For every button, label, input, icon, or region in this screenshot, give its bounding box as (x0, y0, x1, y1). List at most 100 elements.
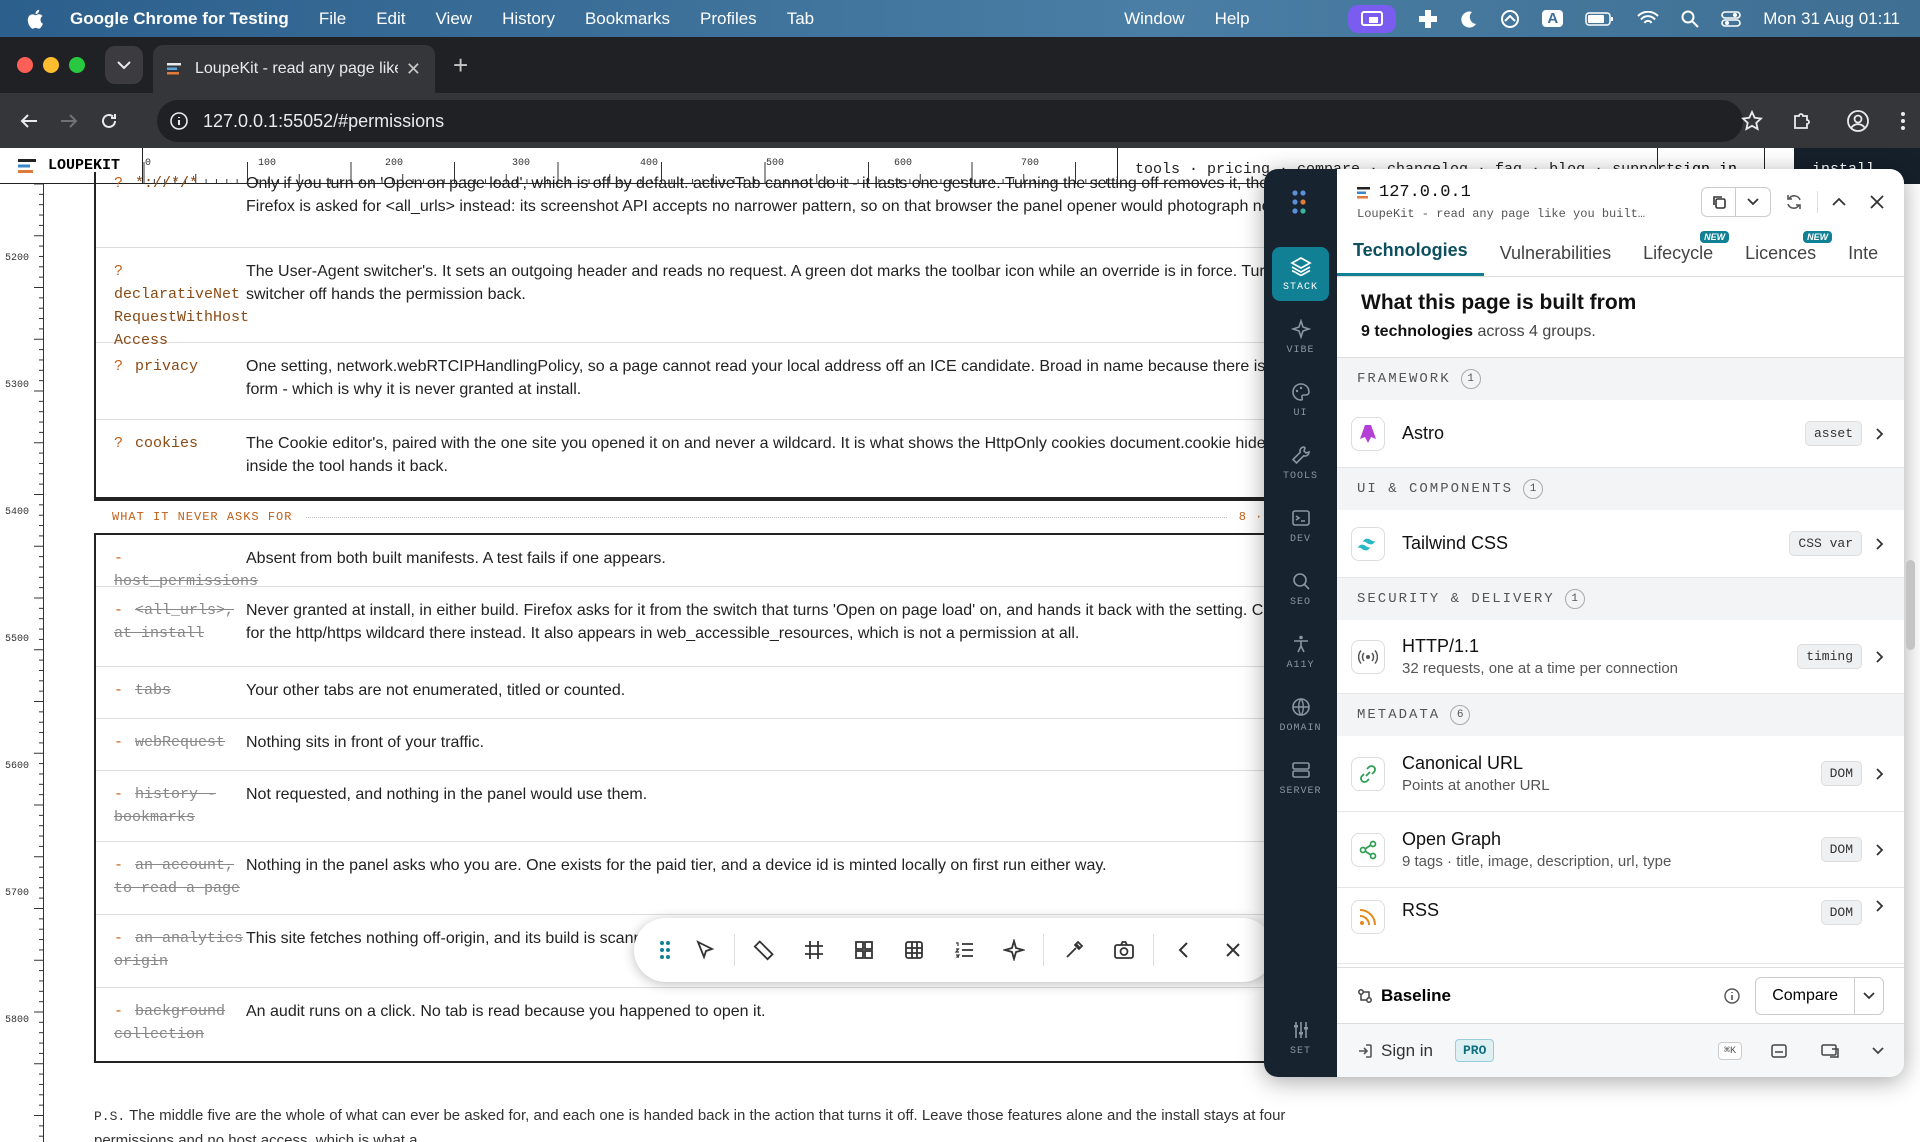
menu-profiles[interactable]: Profiles (700, 9, 757, 29)
camera-icon[interactable] (1099, 930, 1149, 970)
tab-lifecycle[interactable]: Lifecycle NEW (1627, 231, 1730, 276)
refresh-icon[interactable] (1785, 193, 1803, 211)
chevron-right-icon (1876, 427, 1884, 440)
rail-tools[interactable]: TOOLS (1272, 436, 1329, 490)
tab-integrations[interactable]: Inte (1832, 243, 1894, 276)
ruler-label: 100 (258, 158, 277, 169)
floating-toolbar (634, 918, 1274, 982)
rail-vibe[interactable]: VIBE (1272, 310, 1329, 364)
tech-item-astro[interactable]: Astro asset (1337, 400, 1904, 468)
apple-icon[interactable] (0, 9, 70, 29)
spotlight-search-icon[interactable] (1681, 10, 1699, 28)
medical-cross-icon[interactable] (1418, 9, 1438, 29)
forward-button[interactable] (49, 113, 89, 129)
tab-licences[interactable]: Licences NEW (1729, 231, 1833, 276)
pro-badge[interactable]: PRO (1454, 1039, 1495, 1062)
table-row: - an account, to read a page Nothing in t… (96, 842, 1392, 915)
rail-ui[interactable]: UI (1272, 373, 1329, 427)
table-grid-icon[interactable] (889, 930, 939, 970)
close-tab-icon[interactable]: ✕ (406, 59, 421, 80)
group-header: SECURITY & DELIVERY 1 (1337, 578, 1904, 620)
rail-dev[interactable]: DEV (1272, 499, 1329, 553)
url-text[interactable]: 127.0.0.1:55052/#permissions (203, 111, 444, 132)
eyedropper-icon[interactable] (1048, 930, 1098, 970)
layout-blocks-icon[interactable] (839, 930, 889, 970)
tech-item-canonical-url[interactable]: Canonical URL Points at another URL DOM (1337, 736, 1904, 812)
popout-icon[interactable] (1820, 1043, 1840, 1059)
chrome-menu-icon[interactable] (1900, 111, 1906, 131)
group-header: METADATA 6 (1337, 694, 1904, 736)
tech-item-tailwind[interactable]: Tailwind CSS CSS var (1337, 510, 1904, 578)
screen-share-icon[interactable] (1348, 4, 1397, 33)
chevron-right-icon (1876, 650, 1884, 663)
menu-help[interactable]: Help (1215, 9, 1250, 29)
battery-icon[interactable] (1585, 11, 1615, 27)
rail-domain[interactable]: DOMAIN (1272, 688, 1329, 742)
sign-in-button[interactable]: Sign in (1381, 1041, 1433, 1061)
rail-settings[interactable]: SET (1272, 1011, 1329, 1065)
site-info-icon[interactable] (169, 111, 189, 131)
compare-button[interactable]: Compare (1756, 977, 1855, 1014)
rail-server[interactable]: SERVER (1272, 751, 1329, 805)
close-window-button[interactable] (17, 57, 33, 73)
panel-dock-icon[interactable] (1770, 1043, 1788, 1059)
ruler-tool-icon[interactable] (739, 930, 789, 970)
compare-dropdown[interactable] (1855, 978, 1883, 1014)
rail-a11y[interactable]: A11Y (1272, 625, 1329, 679)
palette-icon (1291, 382, 1310, 401)
info-icon[interactable] (1723, 987, 1741, 1005)
grid-hash-icon[interactable] (789, 930, 839, 970)
reload-button[interactable] (89, 112, 129, 130)
tech-item-open-graph[interactable]: Open Graph 9 tags · title, image, descrip… (1337, 812, 1904, 888)
rail-stack[interactable]: STACK (1272, 247, 1329, 301)
minimize-window-button[interactable] (43, 57, 59, 73)
menu-window[interactable]: Window (1124, 9, 1184, 29)
ai-sparkle-icon[interactable] (989, 930, 1039, 970)
browser-tab-active[interactable]: LoupeKit - read any page like you ✕ (153, 45, 435, 93)
input-source-badge[interactable]: A (1542, 10, 1564, 27)
copy-icon[interactable] (1702, 188, 1736, 216)
sync-circle-icon[interactable] (1500, 9, 1520, 29)
menu-tab[interactable]: Tab (787, 9, 814, 29)
control-center-icon[interactable] (1721, 10, 1742, 28)
sliders-icon (1293, 1021, 1308, 1038)
loupekit-logo-icon (18, 158, 36, 173)
tech-item-rss[interactable]: RSS DOM (1337, 888, 1904, 964)
menubar-clock[interactable]: Mon 31 Aug 01:11 (1763, 9, 1900, 29)
collapse-left-icon[interactable] (1158, 930, 1208, 970)
drag-handle-icon[interactable] (650, 930, 680, 970)
close-toolbar-icon[interactable] (1208, 930, 1258, 970)
tab-technologies[interactable]: Technologies (1337, 240, 1484, 276)
moon-icon[interactable] (1460, 10, 1478, 28)
menu-edit[interactable]: Edit (376, 9, 405, 29)
tab-vulnerabilities[interactable]: Vulnerabilities (1484, 243, 1627, 276)
rail-seo[interactable]: SEO (1272, 562, 1329, 616)
extensions-icon[interactable] (1791, 110, 1813, 132)
tab-search-button[interactable] (105, 46, 143, 84)
back-button[interactable] (9, 113, 49, 129)
app-name-menu[interactable]: Google Chrome for Testing (70, 9, 289, 29)
menu-view[interactable]: View (436, 9, 473, 29)
wifi-icon[interactable] (1637, 10, 1659, 27)
chevron-down-icon[interactable] (1736, 188, 1770, 216)
menu-bookmarks[interactable]: Bookmarks (585, 9, 670, 29)
profile-icon[interactable] (1846, 109, 1870, 133)
menu-history[interactable]: History (502, 9, 555, 29)
bookmark-star-icon[interactable] (1741, 110, 1763, 132)
menu-file[interactable]: File (319, 9, 346, 29)
tech-item-http[interactable]: HTTP/1.1 32 requests, one at a time per c… (1337, 620, 1904, 694)
zoom-window-button[interactable] (69, 57, 85, 73)
page-scrollbar-thumb[interactable] (1906, 560, 1915, 650)
chevron-down-icon[interactable] (1872, 1046, 1884, 1055)
numbered-list-icon[interactable] (939, 930, 989, 970)
sign-in-icon (1359, 1043, 1372, 1058)
command-palette-shortcut[interactable]: ⌘K (1717, 1041, 1742, 1060)
omnibox[interactable]: 127.0.0.1:55052/#permissions (157, 100, 1743, 142)
chevron-up-icon[interactable] (1832, 197, 1846, 207)
permission-description: The User-Agent switcher's. It sets an ou… (246, 263, 1322, 303)
new-tab-button[interactable]: + (453, 50, 468, 81)
rss-icon (1351, 900, 1385, 934)
close-panel-icon[interactable] (1870, 195, 1884, 209)
pointer-select-icon[interactable] (680, 930, 730, 970)
ruler-label: 200 (385, 158, 404, 169)
